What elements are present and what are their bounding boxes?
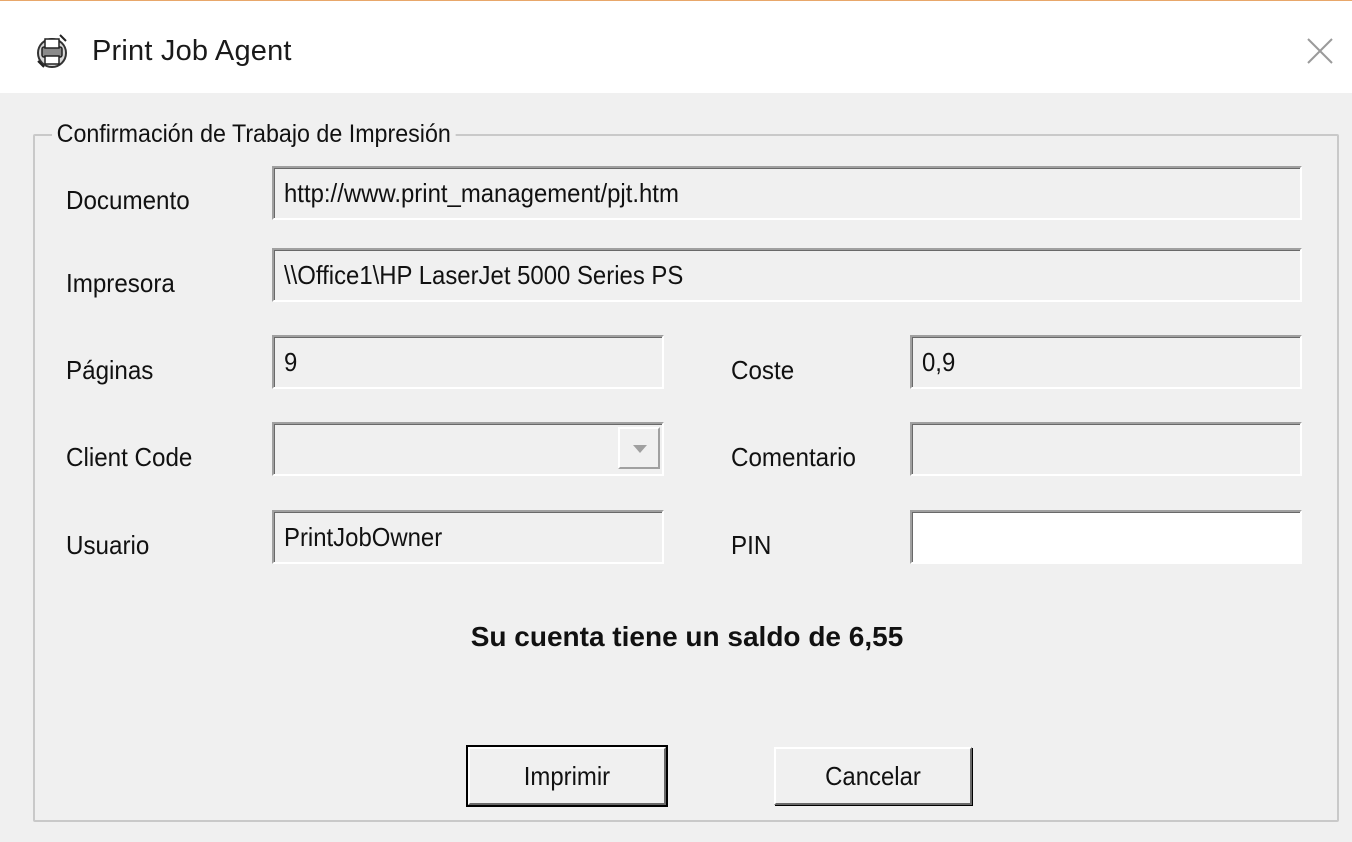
paginas-field[interactable]: 9 <box>272 335 664 389</box>
coste-label: Coste <box>731 355 795 385</box>
close-button[interactable] <box>1296 27 1344 75</box>
print-confirmation-group <box>33 134 1339 822</box>
coste-field[interactable]: 0,9 <box>910 335 1302 389</box>
documento-label: Documento <box>66 185 190 215</box>
usuario-label: Usuario <box>66 530 150 560</box>
usuario-field[interactable]: PrintJobOwner <box>272 510 664 564</box>
balance-message: Su cuenta tiene un saldo de 6,55 <box>470 621 904 652</box>
window-title: Print Job Agent <box>92 35 292 67</box>
print-button[interactable]: Imprimir <box>466 745 668 807</box>
usuario-value: PrintJobOwner <box>284 522 443 552</box>
title-bar[interactable]: Print Job Agent <box>0 1 1352 93</box>
impresora-value: \\Office1\HP LaserJet 5000 Series PS <box>284 260 684 290</box>
comentario-field[interactable] <box>910 422 1302 476</box>
group-legend: Confirmación de Trabajo de Impresión <box>52 117 456 151</box>
documento-field[interactable]: http://www.print_management/pjt.htm <box>272 166 1302 220</box>
documento-value: http://www.print_management/pjt.htm <box>284 178 679 208</box>
impresora-field[interactable]: \\Office1\HP LaserJet 5000 Series PS <box>272 248 1302 302</box>
pin-label: PIN <box>731 530 772 560</box>
paginas-value: 9 <box>284 347 298 377</box>
client-code-dropdown[interactable] <box>272 422 664 476</box>
chevron-down-icon <box>633 445 647 453</box>
print-button-label: Imprimir <box>523 761 611 791</box>
coste-value: 0,9 <box>922 347 956 377</box>
comentario-label: Comentario <box>731 442 856 472</box>
printer-agent-icon <box>32 31 72 71</box>
client-code-dropdown-button[interactable] <box>618 427 660 469</box>
pin-field[interactable] <box>910 510 1302 564</box>
close-icon <box>1307 38 1333 64</box>
impresora-label: Impresora <box>66 268 175 298</box>
print-job-agent-window: Print Job Agent Confirmación de Trabajo … <box>0 0 1352 842</box>
cancel-button-label: Cancelar <box>825 761 921 791</box>
cancel-button[interactable]: Cancelar <box>774 747 972 805</box>
client-code-label: Client Code <box>66 442 193 472</box>
paginas-label: Páginas <box>66 355 154 385</box>
